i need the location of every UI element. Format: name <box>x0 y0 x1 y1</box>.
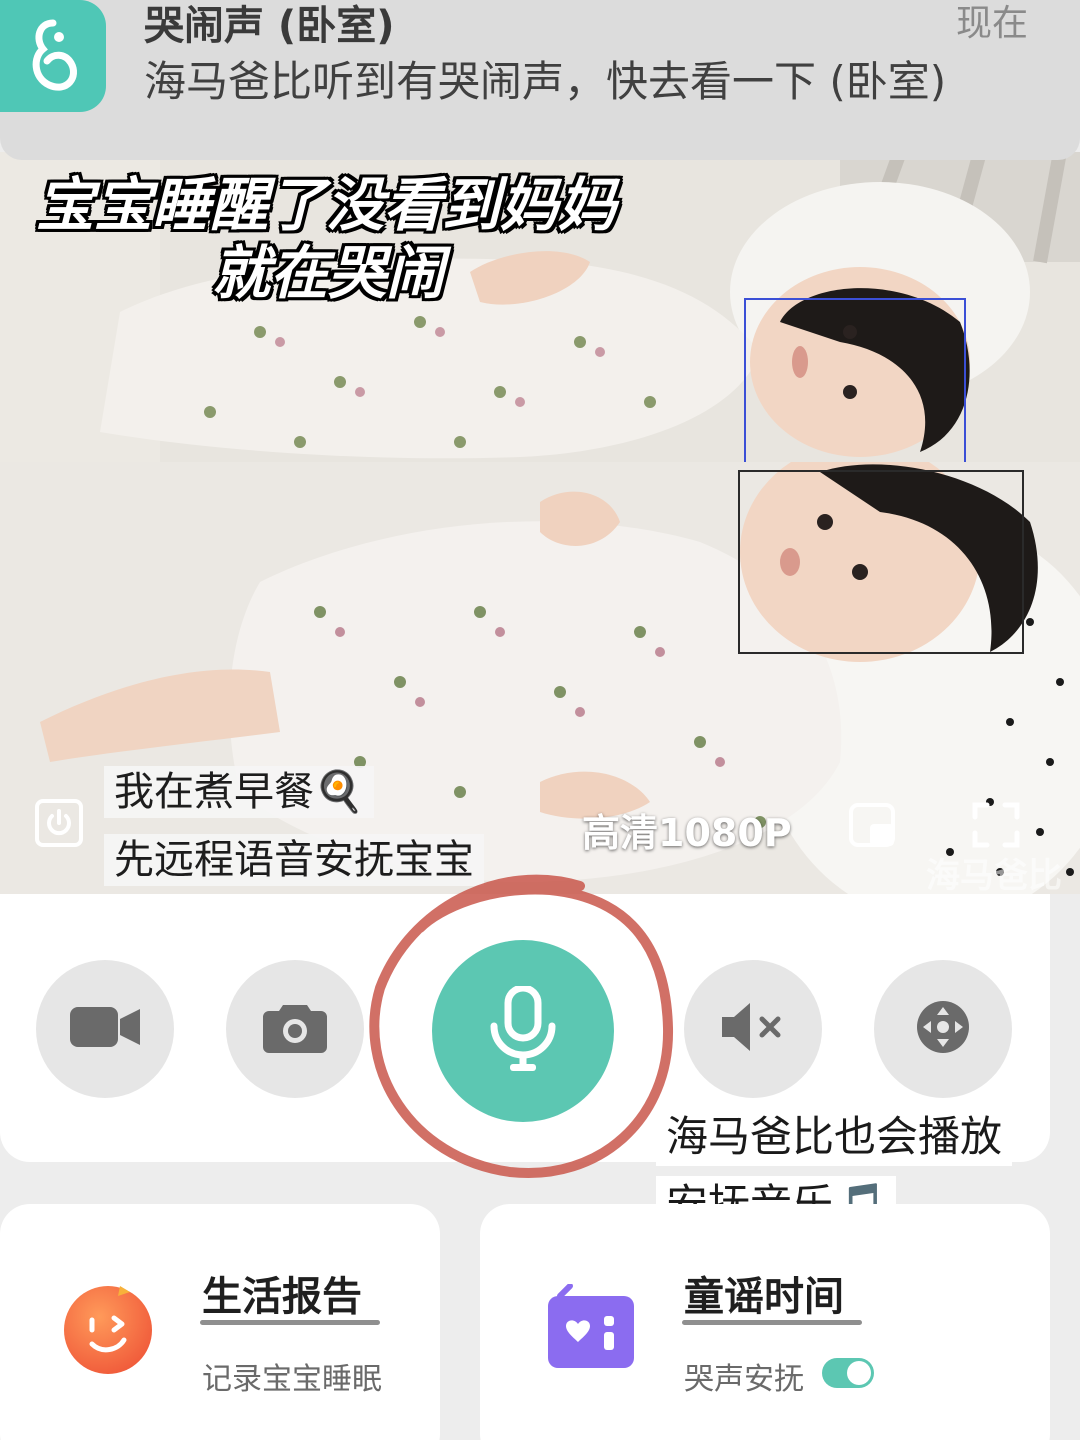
title-underline <box>682 1320 862 1325</box>
direction-pad-icon <box>915 999 971 1059</box>
toggle-knob <box>847 1361 871 1385</box>
notification-banner[interactable]: 哭闹声 (卧室) 海马爸比听到有哭闹声，快去看一下 (卧室) 现在 <box>0 0 1080 160</box>
speaker-muted-icon <box>720 1001 786 1057</box>
nursery-rhymes-card[interactable]: 童谣时间 哭声安抚 <box>480 1204 1050 1440</box>
life-report-title: 生活报告 <box>202 1274 362 1320</box>
video-quality-button[interactable]: 高清1080P <box>582 802 792 857</box>
haimababy-app-icon <box>0 0 106 112</box>
face-detection-box <box>744 298 966 462</box>
face-detection-box <box>738 470 1024 654</box>
fullscreen-icon[interactable] <box>972 802 1020 852</box>
annotation-line1: 海马爸比也会播放 <box>656 1108 1013 1166</box>
nursery-rhymes-title: 童谣时间 <box>684 1274 844 1320</box>
power-icon[interactable] <box>34 798 84 852</box>
video-camera-icon <box>70 1003 140 1055</box>
story-note-line1: 我在煮早餐🍳 <box>104 766 374 818</box>
life-report-card[interactable]: 生活报告 记录宝宝睡眠 <box>0 1204 440 1440</box>
life-report-subtitle: 记录宝宝睡眠 <box>202 1362 382 1397</box>
camera-icon <box>263 1001 327 1057</box>
video-frame-bottom <box>0 462 1080 894</box>
story-note-line2: 先远程语音安抚宝宝 <box>104 834 484 886</box>
microphone-icon <box>488 984 558 1076</box>
brand-watermark: 海马爸比 <box>926 856 1062 894</box>
title-underline <box>200 1320 380 1325</box>
picture-in-picture-icon[interactable] <box>848 802 898 852</box>
notification-time: 现在 <box>955 3 1028 44</box>
cry-soothe-label: 哭声安抚 <box>684 1362 804 1397</box>
pan-tilt-button[interactable] <box>874 960 1012 1098</box>
notification-title: 哭闹声 (卧室) <box>144 3 395 49</box>
camera-video-feed[interactable]: 宝宝睡醒了没看到妈妈 就在哭闹 我在煮早餐🍳 先远程语音安抚宝宝 高清1080P… <box>0 152 1080 894</box>
notification-body: 海马爸比听到有哭闹声，快去看一下 (卧室) <box>144 57 947 106</box>
cry-soothe-toggle[interactable] <box>822 1358 874 1388</box>
talk-button[interactable] <box>432 940 614 1122</box>
radio-icon <box>546 1283 636 1374</box>
snapshot-button[interactable] <box>226 960 364 1098</box>
smiley-wink-icon <box>62 1284 154 1380</box>
record-button[interactable] <box>36 960 174 1098</box>
mute-button[interactable] <box>684 960 822 1098</box>
story-caption-line2: 就在哭闹 <box>212 239 445 307</box>
